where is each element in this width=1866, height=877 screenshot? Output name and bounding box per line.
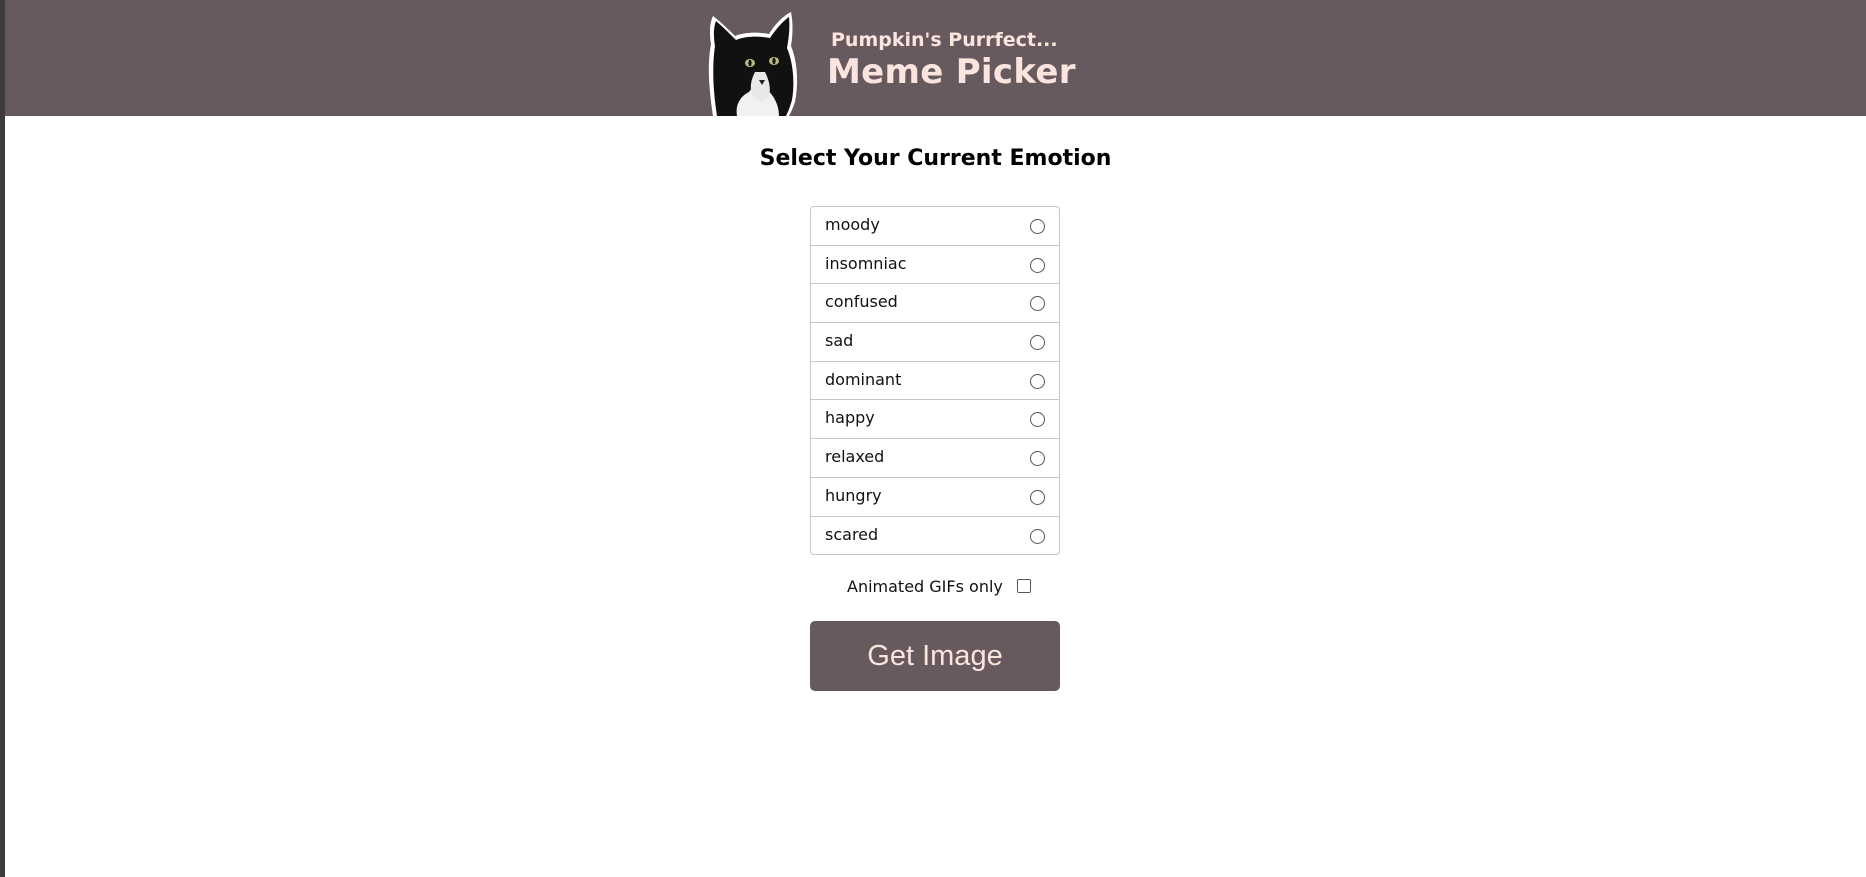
page: Pumpkin's Purrfect... Meme Picker Select… <box>5 0 1866 877</box>
emotion-heading: Select Your Current Emotion <box>759 146 1112 171</box>
emotion-label: scared <box>825 524 879 544</box>
get-image-button[interactable]: Get Image <box>810 621 1060 691</box>
radio-button[interactable] <box>1030 489 1045 505</box>
emotion-label: relaxed <box>825 447 885 467</box>
emotion-label: dominant <box>825 369 902 389</box>
radio-button[interactable] <box>1030 451 1045 467</box>
gif-only-checkbox[interactable] <box>1017 579 1031 593</box>
emotion-radio-list: moody insomniac confused sad dominant ha… <box>810 206 1060 556</box>
emotion-label: happy <box>825 408 875 428</box>
emotion-option-moody[interactable]: moody <box>811 207 1059 246</box>
header-title: Meme Picker <box>827 52 1076 92</box>
emotion-option-scared[interactable]: scared <box>811 517 1059 555</box>
emotion-option-happy[interactable]: happy <box>811 400 1059 440</box>
emotion-option-sad[interactable]: sad <box>811 323 1059 362</box>
emotion-label: confused <box>825 292 898 312</box>
radio-button[interactable] <box>1030 219 1045 234</box>
radio-button[interactable] <box>1030 296 1045 312</box>
radio-button[interactable] <box>1030 373 1045 389</box>
emotion-label: hungry <box>825 485 882 505</box>
radio-button[interactable] <box>1030 335 1045 351</box>
emotion-option-relaxed[interactable]: relaxed <box>811 439 1059 478</box>
emotion-option-confused[interactable]: confused <box>811 284 1059 324</box>
cat-photo-icon <box>708 12 798 116</box>
emotion-label: insomniac <box>825 253 907 273</box>
emotion-option-hungry[interactable]: hungry <box>811 478 1059 517</box>
header-subtitle: Pumpkin's Purrfect... <box>831 29 1058 51</box>
header-bar: Pumpkin's Purrfect... Meme Picker <box>5 0 1866 116</box>
emotion-label: moody <box>825 215 880 234</box>
radio-button[interactable] <box>1030 257 1045 273</box>
radio-button[interactable] <box>1030 528 1045 544</box>
radio-button[interactable] <box>1030 412 1045 428</box>
emotion-option-insomniac[interactable]: insomniac <box>811 246 1059 285</box>
emotion-option-dominant[interactable]: dominant <box>811 362 1059 401</box>
emotion-label: sad <box>825 331 854 351</box>
gif-only-label: Animated GIFs only <box>847 577 1003 596</box>
